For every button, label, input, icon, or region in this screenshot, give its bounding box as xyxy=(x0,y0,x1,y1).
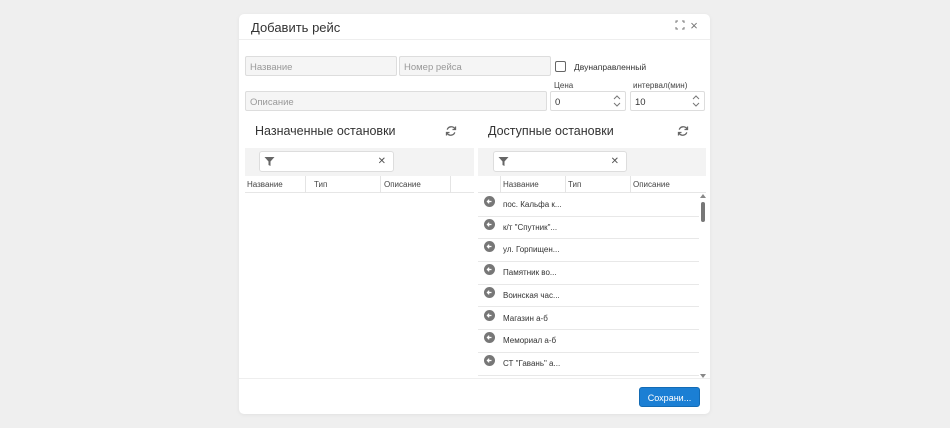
filter-icon xyxy=(264,157,275,166)
arrow-left-circle-icon[interactable] xyxy=(484,332,495,344)
price-stepper[interactable]: 0 xyxy=(550,91,626,111)
column-header-name[interactable]: Название xyxy=(503,180,539,189)
assigned-grid-body xyxy=(245,194,474,378)
column-header-name[interactable]: Название xyxy=(247,180,283,189)
table-row[interactable]: Мемориал а-б xyxy=(478,330,699,353)
scrollbar-thumb[interactable] xyxy=(701,202,705,222)
footer-divider xyxy=(239,378,710,379)
column-divider xyxy=(565,176,566,193)
clear-icon[interactable]: ✕ xyxy=(611,156,619,168)
bidirectional-label: Двунаправленный xyxy=(574,62,647,72)
arrow-left-circle-icon[interactable] xyxy=(484,354,495,366)
dialog-title: Добавить рейс xyxy=(251,20,341,35)
arrow-left-circle-icon[interactable] xyxy=(484,218,495,230)
stop-name: Мемориал а-б xyxy=(503,336,557,346)
column-divider xyxy=(380,176,381,193)
scroll-up-icon[interactable] xyxy=(700,194,706,198)
table-row[interactable]: ул. Горпищен... xyxy=(478,239,699,263)
column-divider xyxy=(305,176,306,193)
column-divider xyxy=(500,176,501,193)
stop-name: к/т "Спутник"... xyxy=(503,222,558,232)
vertical-scrollbar[interactable] xyxy=(699,194,707,378)
clear-icon[interactable]: ✕ xyxy=(378,156,386,168)
route-number-field[interactable]: Номер рейса xyxy=(399,56,551,76)
arrow-left-circle-icon[interactable] xyxy=(484,264,495,276)
column-header-type[interactable]: Тип xyxy=(314,180,327,189)
stop-name: Магазин а-б xyxy=(503,313,548,323)
assigned-filter-input[interactable]: ✕ xyxy=(259,151,394,172)
arrow-left-circle-icon[interactable] xyxy=(484,309,495,321)
refresh-icon[interactable] xyxy=(677,124,689,136)
column-header-type[interactable]: Тип xyxy=(568,180,581,189)
available-filter-bar: ✕ xyxy=(478,148,706,176)
description-field[interactable]: Описание xyxy=(245,91,547,111)
stop-name: Памятник во... xyxy=(503,268,557,278)
arrow-left-circle-icon[interactable] xyxy=(484,241,495,253)
stepper-arrows-icon[interactable] xyxy=(613,93,621,109)
column-divider xyxy=(450,176,451,193)
table-row[interactable]: к/т "Спутник"... xyxy=(478,217,699,240)
stop-name: ул. Горпищен... xyxy=(503,245,560,255)
name-field[interactable]: Название xyxy=(245,56,397,76)
arrow-left-circle-icon[interactable] xyxy=(484,286,495,298)
close-icon[interactable]: × xyxy=(688,19,700,32)
available-filter-input[interactable]: ✕ xyxy=(493,151,627,172)
refresh-icon[interactable] xyxy=(445,124,457,136)
table-row[interactable]: Памятник во... xyxy=(478,262,699,285)
save-button[interactable]: Сохрани... xyxy=(639,387,700,407)
table-row[interactable]: СТ "Гавань" а... xyxy=(478,353,699,376)
bidirectional-checkbox[interactable] xyxy=(555,61,566,72)
header-divider xyxy=(239,39,710,40)
column-header-description[interactable]: Описание xyxy=(633,180,670,189)
available-grid-header: Название Тип Описание xyxy=(478,176,706,193)
add-route-dialog: Добавить рейс × Название Номер рейса Дву… xyxy=(239,14,710,414)
filter-icon xyxy=(498,157,509,166)
interval-value: 10 xyxy=(635,97,646,108)
table-row[interactable]: пос. Кальфа к... xyxy=(478,194,699,217)
price-value: 0 xyxy=(555,97,561,108)
column-divider xyxy=(630,176,631,193)
price-label: Цена xyxy=(554,81,574,90)
maximize-icon[interactable] xyxy=(674,20,686,32)
arrow-left-circle-icon[interactable] xyxy=(484,196,495,207)
interval-label: интервал(мин) xyxy=(633,81,688,90)
assigned-filter-bar: ✕ xyxy=(245,148,474,176)
available-stops-title: Доступные остановки xyxy=(488,124,614,138)
assigned-grid-header: Название Тип Описание xyxy=(245,176,474,193)
stepper-arrows-icon[interactable] xyxy=(692,93,700,109)
stop-name: СТ "Гавань" а... xyxy=(503,358,561,368)
stop-name: пос. Кальфа к... xyxy=(503,200,562,209)
column-header-description[interactable]: Описание xyxy=(384,180,421,189)
table-row[interactable]: Воинская час... xyxy=(478,285,699,308)
interval-stepper[interactable]: 10 xyxy=(630,91,705,111)
assigned-stops-title: Назначенные остановки xyxy=(255,124,396,138)
available-grid-body: пос. Кальфа к... к/т "Спутник"... ул. Горп… xyxy=(478,194,699,378)
stop-name: Воинская час... xyxy=(503,290,560,300)
table-row[interactable]: Магазин а-б xyxy=(478,308,699,331)
